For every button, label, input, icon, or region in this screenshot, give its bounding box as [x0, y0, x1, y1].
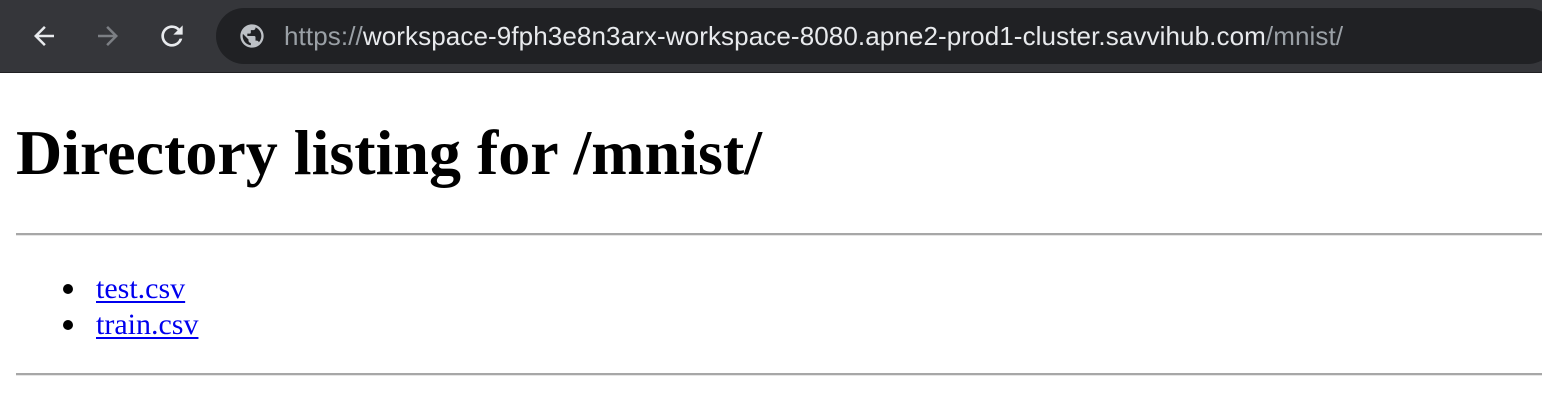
url-path: /mnist/ — [1265, 21, 1344, 51]
url-scheme: https:// — [284, 21, 363, 51]
url-text[interactable]: https://workspace-9fph3e8n3arx-workspace… — [284, 8, 1343, 64]
page-content: Directory listing for /mnist/ test.csv t… — [0, 73, 1542, 420]
arrow-right-icon — [98, 26, 118, 46]
page-title: Directory listing for /mnist/ — [16, 117, 762, 188]
bullet-icon — [63, 284, 73, 294]
arrow-left-icon — [34, 26, 54, 46]
back-button[interactable] — [23, 15, 65, 57]
forward-button[interactable] — [87, 15, 129, 57]
list-item: train.csv — [0, 307, 198, 343]
list-item: test.csv — [0, 271, 198, 307]
bullet-icon — [63, 320, 73, 330]
url-host: workspace-9fph3e8n3arx-workspace-8080.ap… — [362, 21, 1266, 51]
divider-bottom — [16, 373, 1542, 376]
globe-icon[interactable] — [238, 22, 266, 50]
address-bar[interactable]: https://workspace-9fph3e8n3arx-workspace… — [216, 8, 1542, 64]
reload-button[interactable] — [151, 15, 193, 57]
browser-toolbar: https://workspace-9fph3e8n3arx-workspace… — [0, 0, 1542, 73]
file-link-test-csv[interactable]: test.csv — [96, 272, 185, 305]
divider-top — [16, 233, 1542, 236]
file-link-train-csv[interactable]: train.csv — [96, 308, 198, 341]
file-list: test.csv train.csv — [0, 271, 198, 343]
reload-icon — [161, 25, 183, 47]
